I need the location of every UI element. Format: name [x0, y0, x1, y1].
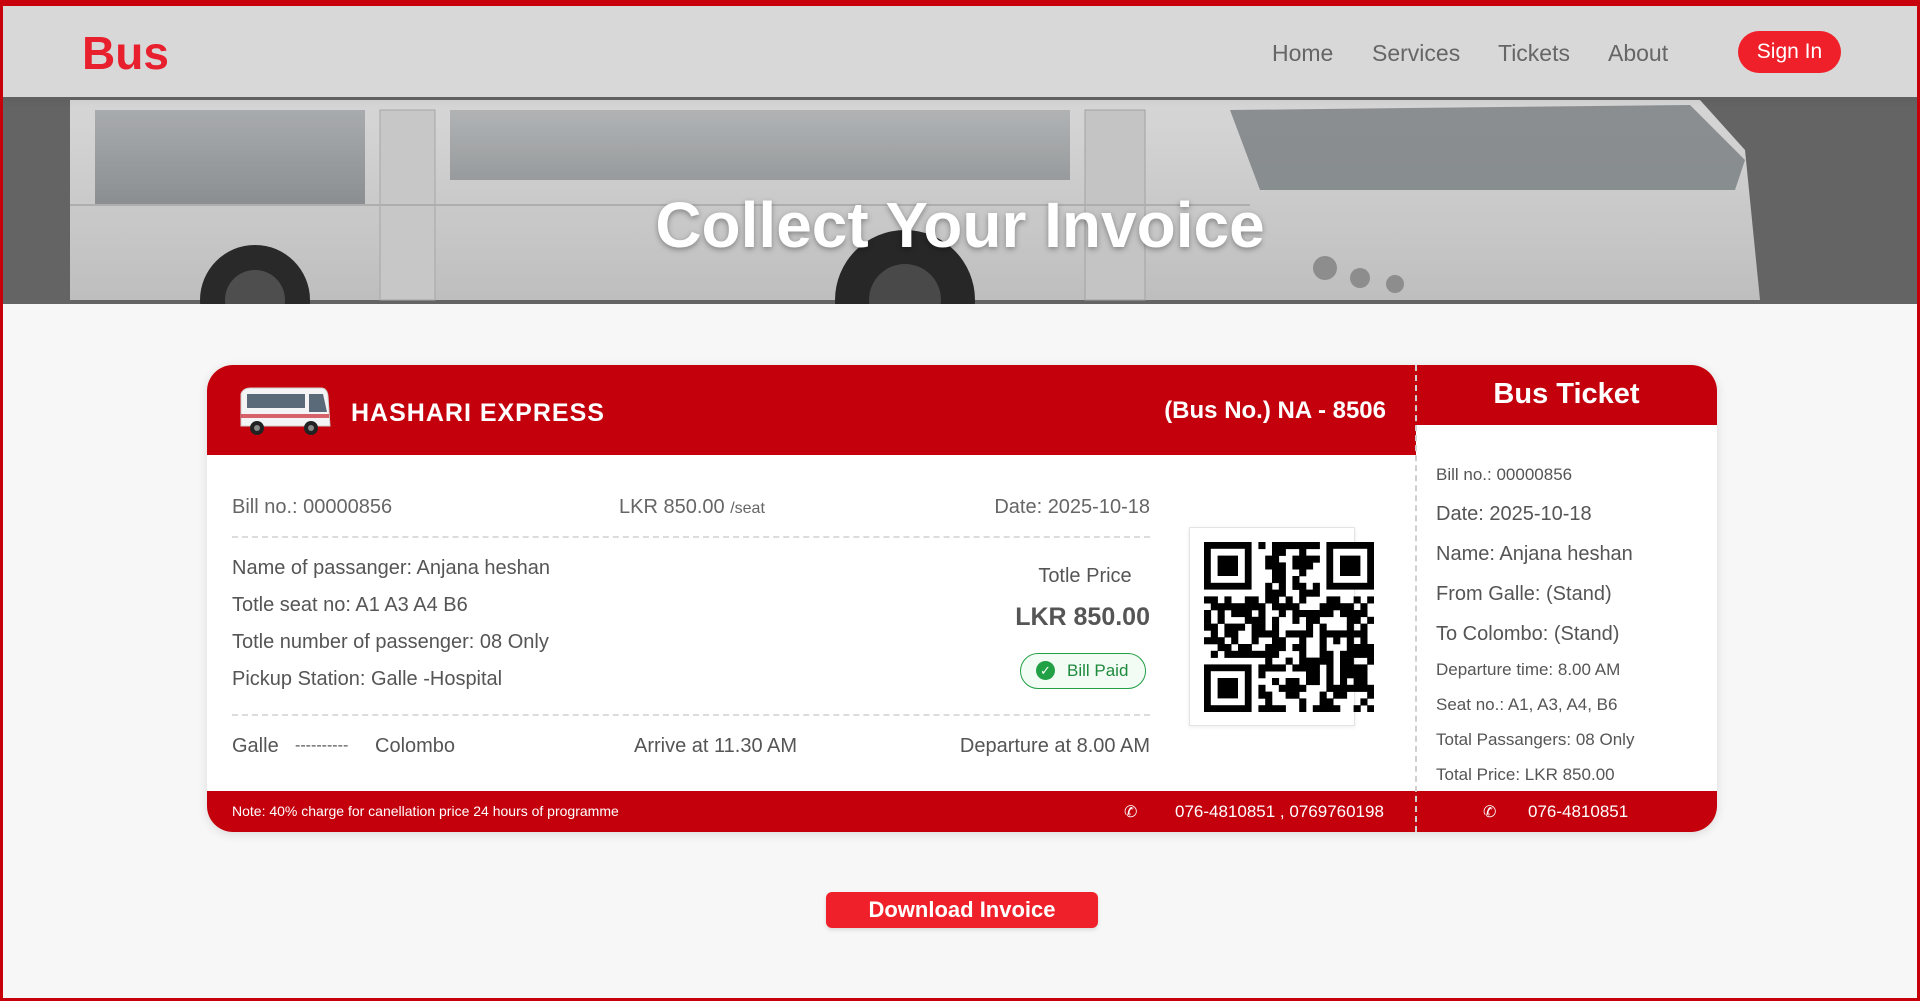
paid-status-label: Bill Paid [1067, 661, 1129, 680]
ticket-perforation [1415, 365, 1417, 832]
sign-in-button[interactable]: Sign In [1738, 31, 1841, 73]
nav-tickets-link[interactable]: Tickets [1498, 40, 1570, 67]
top-navbar: Bus Home Services Tickets About Sign In [0, 6, 1920, 97]
seat-price-value: LKR 850.00 [619, 496, 725, 518]
nav-services-link[interactable]: Services [1372, 40, 1460, 67]
stub-footer: ✆ 076-4810851 [1416, 791, 1717, 832]
company-name: HASHARI EXPRESS [351, 399, 605, 427]
ticket-header: HASHARI EXPRESS (Bus No.) NA - 8506 [207, 365, 1416, 455]
stub-seats: Seat no.: A1, A3, A4, B6 [1436, 695, 1618, 714]
stub-name: Name: Anjana heshan [1436, 543, 1633, 565]
bill-number: Bill no.: 00000856 [232, 496, 393, 518]
page-title: Collect Your Invoice [655, 189, 1265, 261]
pickup-station: Pickup Station: Galle -Hospital [232, 668, 503, 690]
stub-passengers: Total Passangers: 08 Only [1436, 730, 1635, 749]
brand-logo[interactable]: Bus [82, 26, 169, 80]
route-separator: ---------- [295, 737, 349, 754]
seat-numbers: Totle seat no: A1 A3 A4 B6 [232, 594, 468, 616]
bill-info-row: Bill no.: 00000856 LKR 850.00 /seat Date… [232, 496, 1150, 526]
bill-paid-badge: ✓ Bill Paid [1020, 653, 1146, 689]
passenger-count: Totle number of passenger: 08 Only [232, 631, 549, 653]
nav-home-link[interactable]: Home [1272, 40, 1333, 67]
route-row: Galle ---------- Colombo Arrive at 11.30… [232, 735, 1150, 765]
phone-icon: ✆ [1483, 804, 1497, 821]
invoice-ticket: HASHARI EXPRESS (Bus No.) NA - 8506 Bill… [207, 365, 1717, 832]
stub-date: Date: 2025-10-18 [1436, 503, 1592, 525]
stub-bill-number: Bill no.: 00000856 [1436, 465, 1573, 484]
stub-title: Bus Ticket [1493, 378, 1640, 410]
stub-from: From Galle: (Stand) [1436, 583, 1612, 605]
seat-price: LKR 850.00 /seat [619, 496, 765, 519]
contact-phones: 076-4810851 , 0769760198 [1175, 802, 1384, 821]
bus-number: (Bus No.) NA - 8506 [1164, 397, 1386, 424]
bill-date: Date: 2025-10-18 [994, 496, 1150, 518]
bus-icon [240, 387, 331, 435]
passenger-name: Name of passanger: Anjana heshan [232, 557, 550, 579]
check-circle-icon: ✓ [1036, 661, 1055, 680]
divider [232, 714, 1150, 716]
stub-phone: 076-4810851 [1528, 802, 1629, 821]
ticket-footer: Note: 40% charge for canellation price 2… [207, 791, 1416, 832]
passenger-details: Name of passanger: Anjana heshan Totle s… [232, 557, 550, 705]
route-to: Colombo [375, 735, 456, 757]
divider [232, 536, 1150, 538]
route-from: Galle [232, 735, 279, 757]
qr-code [1189, 527, 1374, 726]
total-price-block: Totle Price LKR 850.00 [997, 565, 1150, 632]
departure-time: Departure at 8.00 AM [959, 735, 1150, 757]
arrival-time: Arrive at 11.30 AM [634, 735, 798, 757]
stub-departure: Departure time: 8.00 AM [1436, 660, 1621, 679]
total-price-value: LKR 850.00 [1015, 603, 1150, 631]
phone-icon: ✆ [1124, 804, 1138, 821]
qr-code-graphic [1204, 542, 1374, 712]
cancellation-note: Note: 40% charge for canellation price 2… [232, 803, 619, 819]
seat-price-unit: /seat [730, 500, 765, 517]
stub-details: Bill no.: 00000856 Date: 2025-10-18 Name… [1436, 460, 1634, 795]
stub-header: Bus Ticket [1416, 365, 1717, 425]
stub-to: To Colombo: (Stand) [1436, 623, 1620, 645]
total-price-label: Totle Price [1038, 565, 1132, 587]
download-invoice-button[interactable]: Download Invoice [826, 892, 1098, 928]
nav-about-link[interactable]: About [1608, 40, 1668, 67]
